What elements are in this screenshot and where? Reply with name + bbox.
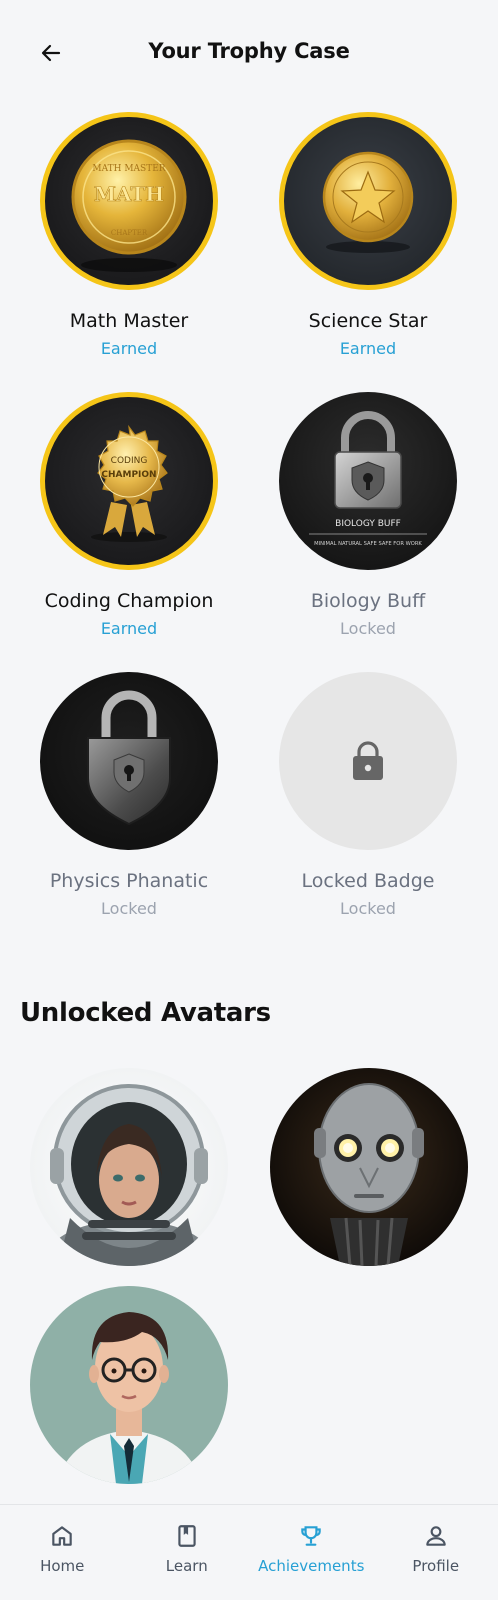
- bottom-nav: Home Learn Achievements Profile: [0, 1504, 498, 1600]
- badge-name: Math Master: [69, 310, 189, 332]
- badge-image: [279, 672, 457, 850]
- shield-padlock-icon: [87, 690, 171, 826]
- nav-label: Home: [40, 1557, 85, 1575]
- svg-text:MATH MASTER: MATH MASTER: [92, 164, 165, 174]
- badge-status: Earned: [100, 619, 158, 638]
- badge-name: Biology Buff: [310, 590, 426, 612]
- nav-label: Profile: [412, 1557, 460, 1575]
- badge-image: MATH MASTER MATH CHAPTER: [40, 112, 218, 290]
- badge-math-master[interactable]: MATH MASTER MATH CHAPTER Math Master Ear…: [14, 112, 244, 360]
- book-icon: [178, 1525, 196, 1547]
- nav-learn[interactable]: Learn: [125, 1505, 250, 1600]
- lock-icon: [353, 741, 383, 780]
- svg-text:BIOLOGY BUFF: BIOLOGY BUFF: [335, 519, 401, 529]
- person-icon: [426, 1526, 446, 1546]
- avatar-scientist[interactable]: [30, 1286, 228, 1484]
- badge-image: [40, 672, 218, 850]
- badge-image: CODING CHAMPION: [40, 392, 218, 570]
- svg-text:CODING: CODING: [111, 456, 148, 466]
- badge-image: [279, 112, 457, 290]
- badge-biology-buff[interactable]: BIOLOGY BUFF MINIMAL NATURAL SAFE SAFE F…: [253, 392, 483, 640]
- svg-text:CHAMPION: CHAMPION: [101, 470, 156, 480]
- nav-achievements[interactable]: Achievements: [249, 1505, 374, 1600]
- badge-physics-phanatic[interactable]: Physics Phanatic Locked: [14, 672, 244, 920]
- badge-status: Earned: [339, 339, 397, 358]
- nav-label: Achievements: [258, 1557, 365, 1575]
- trophy-icon: [301, 1526, 321, 1546]
- star-medal-icon: [322, 151, 414, 253]
- nav-label: Learn: [165, 1557, 208, 1575]
- badge-science-star[interactable]: Science Star Earned: [253, 112, 483, 360]
- padlock-icon: BIOLOGY BUFF MINIMAL NATURAL SAFE SAFE F…: [309, 411, 427, 547]
- scientist-avatar-image: [56, 1312, 202, 1484]
- svg-text:MATH: MATH: [94, 182, 164, 206]
- badge-name: Coding Champion: [44, 590, 214, 612]
- robot-avatar-image: [314, 1083, 424, 1266]
- badge-name: Physics Phanatic: [49, 870, 209, 892]
- page-title: Your Trophy Case: [148, 39, 350, 63]
- badge-name: Locked Badge: [301, 870, 435, 892]
- avatar-robot[interactable]: [270, 1068, 468, 1266]
- rosette-icon: CODING CHAMPION: [91, 424, 168, 542]
- badge-name: Science Star: [308, 310, 428, 332]
- nav-profile[interactable]: Profile: [374, 1505, 498, 1600]
- badge-status: Locked: [340, 899, 396, 918]
- badge-status: Locked: [340, 619, 396, 638]
- badge-status: Locked: [101, 899, 157, 918]
- badge-locked[interactable]: Locked Badge Locked: [253, 672, 483, 920]
- home-icon: [52, 1526, 72, 1546]
- svg-text:CHAPTER: CHAPTER: [111, 229, 148, 237]
- badge-image: BIOLOGY BUFF MINIMAL NATURAL SAFE SAFE F…: [279, 392, 457, 570]
- badge-status: Earned: [100, 339, 158, 358]
- astronaut-avatar-image: [47, 1084, 211, 1266]
- header: Your Trophy Case: [0, 0, 498, 100]
- badge-coding-champion[interactable]: CODING CHAMPION Coding Champion Earned: [14, 392, 244, 640]
- svg-text:MINIMAL NATURAL SAFE SAFE FOR: MINIMAL NATURAL SAFE SAFE FOR WORK: [314, 541, 422, 547]
- section-title-avatars: Unlocked Avatars: [20, 998, 271, 1028]
- nav-home[interactable]: Home: [0, 1505, 125, 1600]
- avatar-astronaut[interactable]: [30, 1068, 228, 1266]
- gold-medal-icon: MATH MASTER MATH CHAPTER: [71, 139, 187, 272]
